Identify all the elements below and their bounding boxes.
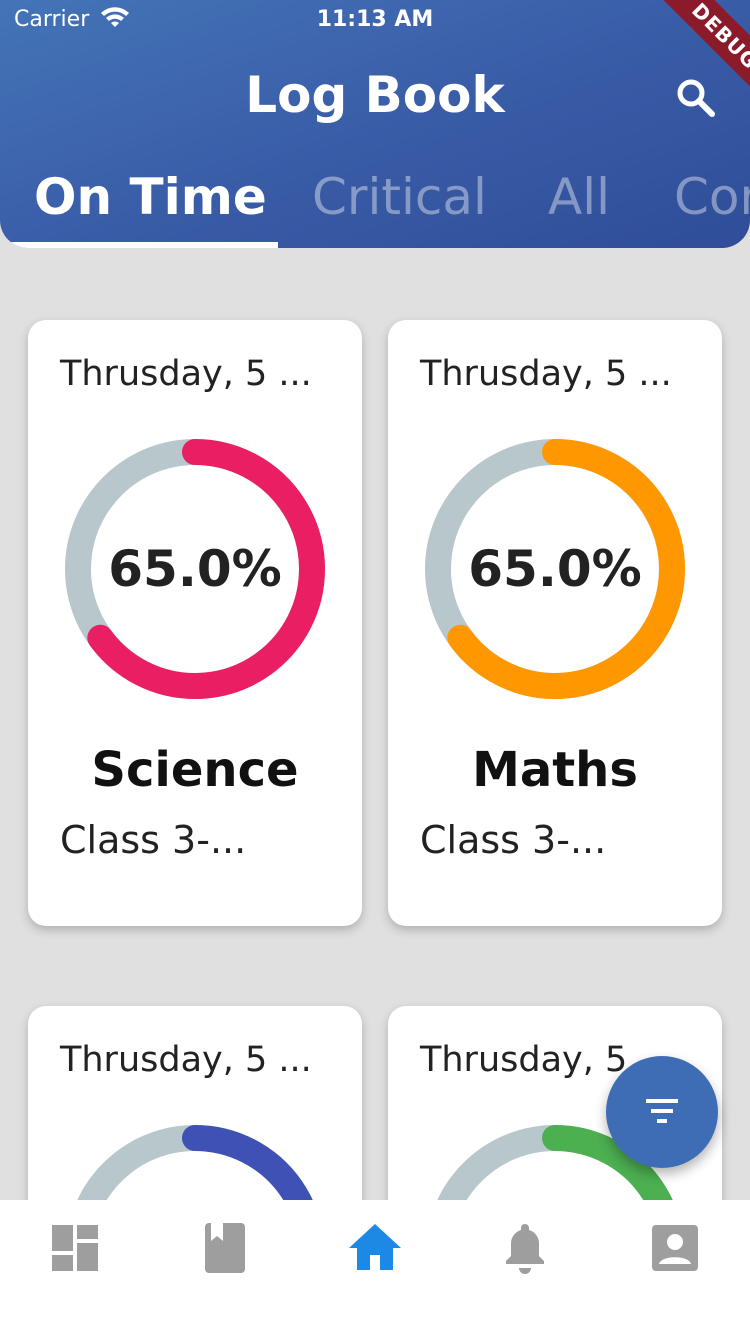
dashboard-icon[interactable]	[45, 1218, 105, 1278]
card-date: Thrusday, 5 ...	[420, 354, 672, 394]
class-label: Class 3-...	[60, 818, 247, 862]
class-label: Class 3-...	[420, 818, 607, 862]
clock: 11:13 AM	[316, 7, 434, 32]
tab-critical[interactable]: Critical	[312, 168, 487, 226]
status-bar: Carrier 11:13 AM	[0, 0, 750, 40]
tab-all[interactable]: All	[548, 168, 610, 226]
page-title: Log Book	[245, 66, 505, 124]
tab-indicator	[0, 242, 278, 248]
app-bar: Carrier 11:13 AM DEBUG Log Book On Time …	[0, 0, 750, 248]
subject-name: Maths	[472, 742, 638, 798]
percent-label: 65.0%	[468, 540, 642, 598]
book-icon[interactable]	[195, 1218, 255, 1278]
bottom-navigation	[0, 1200, 750, 1334]
subject-card[interactable]: Thrusday, 5 ... 65.0% Maths Class 3-...	[388, 320, 722, 926]
filter-icon	[646, 1099, 678, 1123]
card-date: Thrusday, 5 ...	[60, 1040, 312, 1080]
tab-bar: On Time Critical All Con	[0, 160, 750, 248]
filter-button[interactable]	[606, 1056, 718, 1168]
tab-on-time[interactable]: On Time	[34, 168, 267, 226]
profile-icon[interactable]	[645, 1218, 705, 1278]
subject-card[interactable]: Thrusday, 5 ... 65.0% Science Class 3-..…	[28, 320, 362, 926]
card-date: Thrusday, 5	[420, 1040, 628, 1080]
search-icon[interactable]	[676, 78, 716, 118]
card-date: Thrusday, 5 ...	[60, 354, 312, 394]
bell-icon[interactable]	[495, 1218, 555, 1278]
subject-name: Science	[91, 742, 299, 798]
tab-con[interactable]: Con	[674, 168, 750, 226]
home-icon[interactable]	[345, 1218, 405, 1278]
percent-label: 65.0%	[108, 540, 282, 598]
